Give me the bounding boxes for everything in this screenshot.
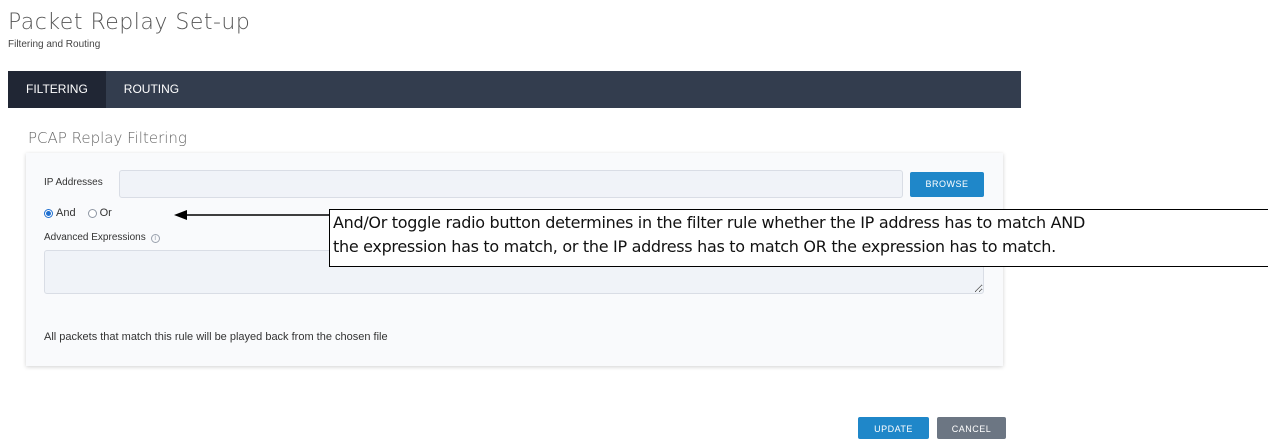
radio-and-label: And	[56, 207, 76, 219]
annotation-line-1: And/Or toggle radio button determines in…	[333, 213, 1085, 232]
tab-routing[interactable]: ROUTING	[106, 71, 197, 108]
browse-button-label: BROWSE	[925, 179, 969, 189]
radio-or-label: Or	[99, 207, 112, 219]
tab-bar: FILTERING ROUTING	[8, 71, 1021, 108]
helper-text: All packets that match this rule will be…	[44, 331, 388, 343]
info-icon[interactable]: i	[150, 234, 160, 243]
page-title: Packet Replay Set-up	[8, 10, 251, 35]
update-button[interactable]: UPDATE	[858, 417, 929, 439]
annotation-callout: And/Or toggle radio button determines in…	[329, 209, 1268, 267]
annotation-arrow-icon	[174, 210, 332, 220]
ip-addresses-label: IP Addresses	[44, 177, 103, 188]
section-title: PCAP Replay Filtering	[28, 129, 187, 147]
update-button-label: UPDATE	[874, 424, 913, 434]
radio-and-indicator[interactable]	[44, 208, 53, 218]
annotation-line-2: the expression has to match, or the IP a…	[333, 237, 1056, 256]
cancel-button-label: CANCEL	[951, 424, 992, 434]
browse-button[interactable]: BROWSE	[910, 172, 984, 197]
radio-and[interactable]: And	[44, 207, 76, 219]
tab-filtering[interactable]: FILTERING	[8, 71, 106, 108]
advanced-expressions-label: Advanced Expressions i	[44, 232, 160, 243]
cancel-button[interactable]: CANCEL	[937, 417, 1006, 439]
page-subtitle: Filtering and Routing	[8, 39, 101, 50]
radio-or-indicator[interactable]	[87, 208, 97, 218]
ip-addresses-input[interactable]	[119, 170, 903, 198]
radio-or[interactable]: Or	[87, 207, 112, 219]
advanced-expressions-text: Advanced Expressions	[44, 232, 146, 243]
and-or-radio-group: And Or	[44, 207, 124, 219]
